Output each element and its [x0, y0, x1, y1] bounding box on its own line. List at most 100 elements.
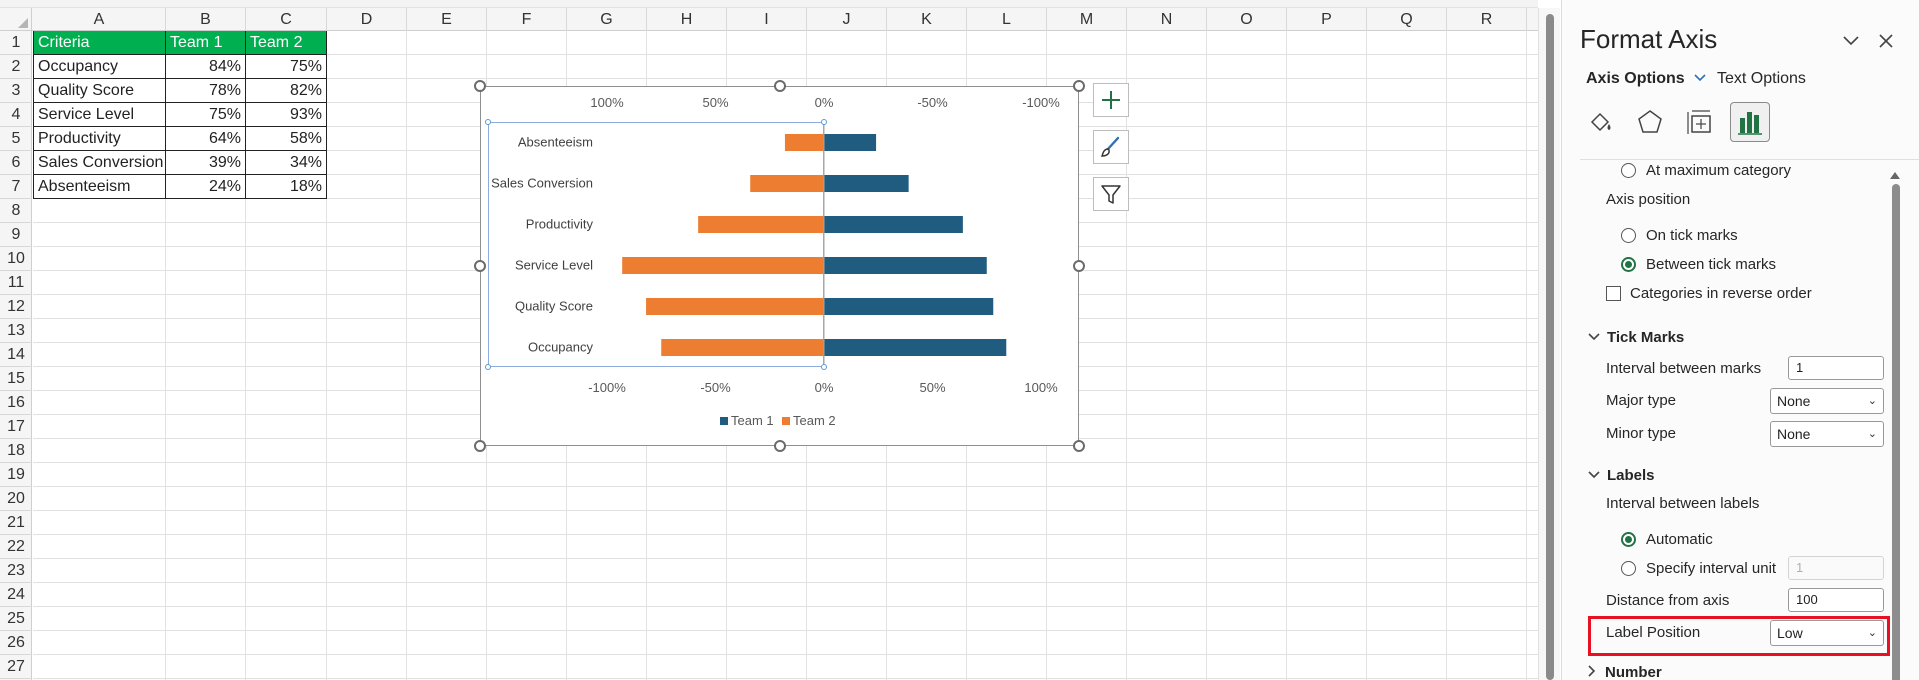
bar-team-2[interactable] — [646, 298, 824, 315]
reverse-order-checkbox[interactable] — [1606, 286, 1621, 301]
column-header-j[interactable]: J — [807, 8, 887, 31]
chart-resize-handle[interactable] — [1073, 260, 1085, 272]
radio-automatic[interactable] — [1621, 532, 1636, 547]
tick-marks-section[interactable]: Tick Marks — [1587, 329, 1684, 346]
bar-team-1[interactable] — [824, 175, 909, 192]
distance-from-axis-input[interactable]: 100 — [1788, 588, 1884, 612]
bar-team-1[interactable] — [824, 134, 877, 151]
column-header-g[interactable]: G — [567, 8, 647, 31]
column-header-o[interactable]: O — [1207, 8, 1287, 31]
pane-scrollbar[interactable] — [1886, 162, 1904, 680]
row-header-1[interactable]: 1 — [0, 31, 32, 55]
specify-interval-input[interactable]: 1 — [1788, 556, 1884, 580]
plot-area-handle[interactable] — [821, 364, 827, 370]
column-header-n[interactable]: N — [1127, 8, 1207, 31]
column-header-k[interactable]: K — [887, 8, 967, 31]
row-header-20[interactable]: 20 — [0, 487, 32, 511]
chevron-down-icon[interactable] — [1842, 34, 1860, 48]
major-type-select[interactable]: None ⌄ — [1770, 388, 1884, 414]
column-header-i[interactable]: I — [727, 8, 807, 31]
team1-cell[interactable]: 78% — [166, 79, 246, 103]
interval-marks-input[interactable]: 1 — [1788, 356, 1884, 380]
fill-line-button[interactable] — [1580, 102, 1620, 142]
chart-resize-handle[interactable] — [1073, 440, 1085, 452]
row-header-9[interactable]: 9 — [0, 223, 32, 247]
row-header-21[interactable]: 21 — [0, 511, 32, 535]
column-header-m[interactable]: M — [1047, 8, 1127, 31]
plot-area-handle[interactable] — [821, 119, 827, 125]
radio-specify-interval[interactable] — [1621, 561, 1636, 576]
row-header-22[interactable]: 22 — [0, 535, 32, 559]
row-header-12[interactable]: 12 — [0, 295, 32, 319]
bar-team-1[interactable] — [824, 257, 987, 274]
team2-cell[interactable]: 93% — [246, 103, 327, 127]
team1-cell[interactable]: 64% — [166, 127, 246, 151]
team1-cell[interactable]: 75% — [166, 103, 246, 127]
select-all-corner[interactable] — [0, 8, 32, 31]
plot-area-handle[interactable] — [485, 364, 491, 370]
scrollbar-thumb[interactable] — [1546, 14, 1554, 680]
bar-team-2[interactable] — [661, 339, 824, 356]
row-header-11[interactable]: 11 — [0, 271, 32, 295]
format-axis-pane[interactable]: Format Axis Axis Options Text Options At… — [1561, 0, 1919, 680]
criteria-cell[interactable]: Absenteeism — [33, 175, 166, 199]
chart-resize-handle[interactable] — [474, 260, 486, 272]
chart-resize-handle[interactable] — [774, 80, 786, 92]
row-header-13[interactable]: 13 — [0, 319, 32, 343]
bar-team-2[interactable] — [784, 134, 824, 151]
table-header-cell[interactable]: Team 1 — [166, 31, 246, 55]
criteria-cell[interactable]: Service Level — [33, 103, 166, 127]
row-header-18[interactable]: 18 — [0, 439, 32, 463]
chart-resize-handle[interactable] — [474, 80, 486, 92]
row-header-2[interactable]: 2 — [0, 55, 32, 79]
criteria-cell[interactable]: Sales Conversion — [33, 151, 166, 175]
legend-entry[interactable]: Team 1 — [731, 413, 774, 428]
scroll-up-icon[interactable] — [1890, 172, 1900, 179]
table-header-cell[interactable]: Team 2 — [246, 31, 327, 55]
bar-team-1[interactable] — [824, 298, 994, 315]
radio-on-tick-marks[interactable] — [1621, 228, 1636, 243]
column-header-a[interactable]: A — [33, 8, 166, 31]
column-header-r[interactable]: R — [1447, 8, 1527, 31]
row-header-19[interactable]: 19 — [0, 463, 32, 487]
column-header-p[interactable]: P — [1287, 8, 1367, 31]
team2-cell[interactable]: 75% — [246, 55, 327, 79]
worksheet[interactable]: ABCDEFGHIJKLMNOPQR 1 2 3 4 5 6 7 8 9 10 11 12 13 14 15… — [0, 0, 1538, 680]
team2-cell[interactable]: 34% — [246, 151, 327, 175]
tab-axis-options[interactable]: Axis Options — [1586, 70, 1707, 88]
bar-team-1[interactable] — [824, 216, 963, 233]
bar-team-2[interactable] — [698, 216, 824, 233]
butterfly-bar-chart[interactable]: Absenteeism Sales Conversion Productivity S… — [480, 86, 1080, 447]
column-header-h[interactable]: H — [647, 8, 727, 31]
team1-cell[interactable]: 24% — [166, 175, 246, 199]
chart-styles-button[interactable] — [1093, 130, 1129, 164]
team2-cell[interactable]: 18% — [246, 175, 327, 199]
criteria-cell[interactable]: Quality Score — [33, 79, 166, 103]
effects-button[interactable] — [1630, 102, 1670, 142]
tab-text-options[interactable]: Text Options — [1717, 70, 1806, 88]
criteria-cell[interactable]: Occupancy — [33, 55, 166, 79]
bar-team-2[interactable] — [622, 257, 824, 274]
row-header-17[interactable]: 17 — [0, 415, 32, 439]
chart-resize-handle[interactable] — [774, 440, 786, 452]
axis-options-button[interactable] — [1730, 102, 1770, 142]
criteria-cell[interactable]: Productivity — [33, 127, 166, 151]
team1-cell[interactable]: 84% — [166, 55, 246, 79]
team2-cell[interactable]: 82% — [246, 79, 327, 103]
sheet-vertical-scrollbar[interactable] — [1538, 8, 1560, 680]
row-header-14[interactable]: 14 — [0, 343, 32, 367]
row-header-25[interactable]: 25 — [0, 607, 32, 631]
labels-section[interactable]: Labels — [1587, 467, 1655, 484]
row-header-4[interactable]: 4 — [0, 103, 32, 127]
pane-scrollbar-thumb[interactable] — [1892, 184, 1900, 680]
bar-team-1[interactable] — [824, 339, 1007, 356]
chart-elements-button[interactable] — [1093, 83, 1129, 117]
row-header-27[interactable]: 27 — [0, 655, 32, 679]
radio-at-max-category[interactable] — [1621, 163, 1636, 178]
column-header-b[interactable]: B — [166, 8, 246, 31]
column-header-q[interactable]: Q — [1367, 8, 1447, 31]
table-header-cell[interactable]: Criteria — [33, 31, 166, 55]
row-header-15[interactable]: 15 — [0, 367, 32, 391]
column-header-l[interactable]: L — [967, 8, 1047, 31]
column-header-f[interactable]: F — [487, 8, 567, 31]
